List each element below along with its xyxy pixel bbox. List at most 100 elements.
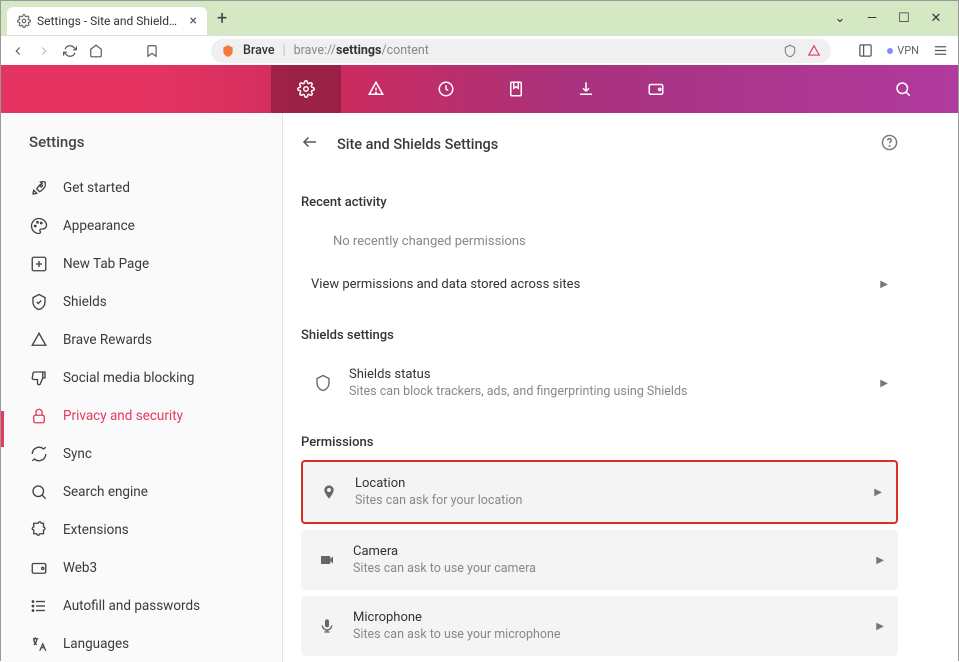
tab-title: Settings - Site and Shields Settin xyxy=(37,14,180,28)
nav-wallet[interactable] xyxy=(621,65,691,113)
brave-shield-icon xyxy=(221,44,235,58)
window-titlebar: Settings - Site and Shields Settin × + ⌄… xyxy=(1,1,958,35)
search-icon xyxy=(29,483,49,501)
shield-icon xyxy=(311,374,335,392)
chevron-right-icon: ▶ xyxy=(876,555,884,566)
sync-icon xyxy=(29,445,49,463)
reload-icon[interactable] xyxy=(63,44,77,58)
sidebar-item-privacy-and-security[interactable]: Privacy and security xyxy=(29,397,254,435)
page-title: Site and Shields Settings xyxy=(337,136,863,153)
view-permissions-row[interactable]: View permissions and data stored across … xyxy=(301,263,898,306)
bookmark-icon[interactable] xyxy=(145,44,159,58)
settings-top-nav xyxy=(1,65,958,113)
sidebar-item-search-engine[interactable]: Search engine xyxy=(29,473,254,511)
nav-warning[interactable] xyxy=(341,65,411,113)
chevron-right-icon: ▶ xyxy=(880,279,888,290)
view-permissions-label: View permissions and data stored across … xyxy=(311,277,880,292)
nav-history[interactable] xyxy=(411,65,481,113)
minimize-icon[interactable]: — xyxy=(862,11,882,26)
forward-nav-icon[interactable] xyxy=(37,44,51,58)
nav-bookmarks[interactable] xyxy=(481,65,551,113)
url-bar[interactable]: Brave | brave://settings/content xyxy=(211,39,831,63)
mic-icon xyxy=(315,618,339,634)
sidebar-item-label: Privacy and security xyxy=(63,408,183,424)
vpn-indicator[interactable]: VPN xyxy=(887,44,919,57)
rewards-badge-icon[interactable] xyxy=(807,44,821,58)
shields-status-row[interactable]: Shields status Sites can block trackers,… xyxy=(301,353,898,413)
sidebar-item-languages[interactable]: Languages xyxy=(29,625,254,662)
sidebar-item-label: Brave Rewards xyxy=(63,332,152,348)
puzzle-icon xyxy=(29,521,49,539)
settings-sidebar: Settings Get started AppearanceNew Tab Pa… xyxy=(1,113,283,662)
sidebar-item-label: Autofill and passwords xyxy=(63,598,200,614)
permission-title: Camera xyxy=(353,544,876,559)
maximize-icon[interactable]: ☐ xyxy=(894,11,914,26)
shield-icon xyxy=(29,293,49,311)
plus-box-icon xyxy=(29,255,49,273)
rocket-icon xyxy=(29,179,49,197)
permission-desc: Sites can ask to use your microphone xyxy=(353,627,876,642)
close-tab-icon[interactable]: × xyxy=(190,14,197,28)
sidebar-item-label: Extensions xyxy=(63,522,129,538)
camera-icon xyxy=(315,552,339,568)
sidebar-item-get-started[interactable]: Get started xyxy=(29,169,254,207)
help-icon[interactable] xyxy=(881,134,898,155)
shields-status-title: Shields status xyxy=(349,367,880,382)
sidebar-item-shields[interactable]: Shields xyxy=(29,283,254,321)
permission-row-location[interactable]: Location Sites can ask for your location▶ xyxy=(301,460,898,524)
back-arrow-icon[interactable] xyxy=(301,133,319,155)
gear-icon xyxy=(17,14,31,28)
sidebar-item-social-media-blocking[interactable]: Social media blocking xyxy=(29,359,254,397)
sidebar-item-autofill-and-passwords[interactable]: Autofill and passwords xyxy=(29,587,254,625)
recent-empty-message: No recently changed permissions xyxy=(301,220,898,263)
nav-downloads[interactable] xyxy=(551,65,621,113)
sidebar-item-label: Social media blocking xyxy=(63,370,194,386)
permission-row-camera[interactable]: Camera Sites can ask to use your camera▶ xyxy=(301,530,898,590)
close-window-icon[interactable]: ✕ xyxy=(926,11,946,26)
sidebar-item-extensions[interactable]: Extensions xyxy=(29,511,254,549)
hamburger-menu-icon[interactable] xyxy=(933,43,948,58)
permission-title: Microphone xyxy=(353,610,876,625)
nav-settings[interactable] xyxy=(271,65,341,113)
sidebar-heading: Settings xyxy=(29,133,254,151)
permission-desc: Sites can ask for your location xyxy=(355,493,874,508)
nav-search[interactable] xyxy=(868,65,938,113)
sidebar-item-label: Sync xyxy=(63,446,92,462)
browser-tab[interactable]: Settings - Site and Shields Settin × xyxy=(7,7,207,35)
sidebar-toggle-icon[interactable] xyxy=(858,43,873,58)
sidebar-item-sync[interactable]: Sync xyxy=(29,435,254,473)
shields-status-desc: Sites can block trackers, ads, and finge… xyxy=(349,384,880,399)
thumbs-down-icon xyxy=(29,369,49,387)
sidebar-item-label: Languages xyxy=(63,636,129,652)
permission-title: Location xyxy=(355,476,874,491)
wallet-icon xyxy=(29,559,49,577)
shield-badge-icon[interactable] xyxy=(783,44,797,58)
home-icon[interactable] xyxy=(89,44,103,58)
dropdown-icon[interactable]: ⌄ xyxy=(830,11,850,26)
sidebar-item-label: Shields xyxy=(63,294,107,310)
sidebar-item-new-tab-page[interactable]: New Tab Page xyxy=(29,245,254,283)
new-tab-button[interactable]: + xyxy=(217,8,227,29)
chevron-right-icon: ▶ xyxy=(874,487,882,498)
browser-toolbar: Brave | brave://settings/content VPN xyxy=(1,35,958,65)
sidebar-item-label: Search engine xyxy=(63,484,148,500)
recent-activity-heading: Recent activity xyxy=(301,195,898,210)
palette-icon xyxy=(29,217,49,235)
sidebar-item-web3[interactable]: Web3 xyxy=(29,549,254,587)
permission-desc: Sites can ask to use your camera xyxy=(353,561,876,576)
permission-row-microphone[interactable]: Microphone Sites can ask to use your micr… xyxy=(301,596,898,656)
sidebar-item-label: Get started xyxy=(63,180,130,196)
list-icon xyxy=(29,597,49,615)
translate-icon xyxy=(29,635,49,653)
url-path: brave://settings/content xyxy=(294,43,429,58)
pin-icon xyxy=(317,484,341,500)
sidebar-item-brave-rewards[interactable]: Brave Rewards xyxy=(29,321,254,359)
shields-settings-heading: Shields settings xyxy=(301,328,898,343)
url-separator: | xyxy=(283,43,286,58)
chevron-right-icon: ▶ xyxy=(880,378,888,389)
settings-content: Site and Shields Settings Recent activit… xyxy=(283,113,958,662)
back-nav-icon[interactable] xyxy=(11,44,25,58)
sidebar-item-appearance[interactable]: Appearance xyxy=(29,207,254,245)
lock-icon xyxy=(29,407,49,425)
permissions-heading: Permissions xyxy=(301,435,898,450)
